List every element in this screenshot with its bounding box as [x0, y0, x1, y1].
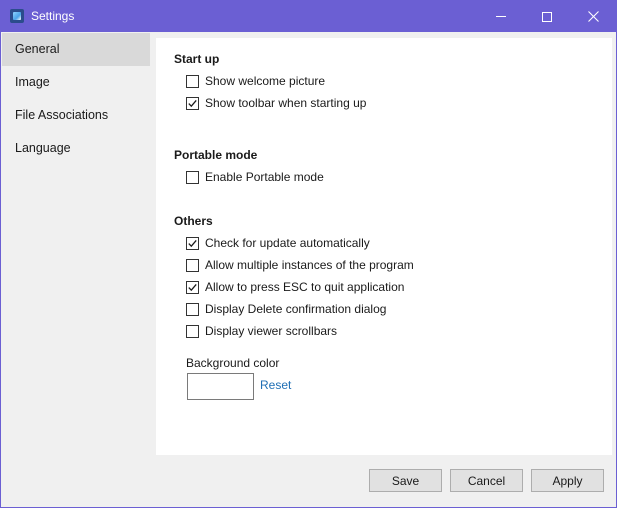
checkbox-viewer-scrollbars[interactable]	[186, 324, 199, 338]
sidebar-item-file-associations[interactable]: File Associations	[2, 99, 150, 132]
checkbox-check-for-update[interactable]	[186, 236, 199, 250]
sidebar-item-image[interactable]: Image	[2, 66, 150, 99]
maximize-button[interactable]	[524, 1, 570, 32]
option-enable-portable-mode[interactable]: Enable Portable mode	[186, 169, 324, 185]
option-label: Show welcome picture	[205, 74, 326, 88]
general-settings-panel: Start up Show welcome picture Show toolb…	[156, 38, 612, 455]
maximize-icon	[542, 11, 552, 22]
background-color-swatch[interactable]	[187, 373, 254, 400]
checkbox-show-welcome-picture[interactable]	[186, 74, 199, 88]
sidebar-item-language[interactable]: Language	[2, 132, 150, 165]
sidebar-item-general[interactable]: General	[2, 33, 150, 66]
option-show-welcome-picture[interactable]: Show welcome picture	[186, 73, 325, 89]
title-bar[interactable]: Settings	[1, 1, 616, 32]
checkmark-icon	[188, 239, 197, 247]
option-label: Check for update automatically	[205, 236, 370, 250]
minimize-button[interactable]	[478, 1, 524, 32]
app-icon	[10, 9, 24, 23]
option-label: Allow multiple instances of the program	[205, 258, 414, 272]
checkmark-icon	[188, 283, 197, 291]
settings-sidebar: General Image File Associations Language	[2, 32, 150, 456]
checkmark-icon	[188, 99, 197, 107]
checkbox-delete-confirmation[interactable]	[186, 302, 199, 316]
checkbox-allow-multiple-instances[interactable]	[186, 258, 199, 272]
apply-button[interactable]: Apply	[531, 469, 604, 492]
save-button[interactable]: Save	[369, 469, 442, 492]
option-label: Allow to press ESC to quit application	[205, 280, 405, 294]
option-delete-confirmation[interactable]: Display Delete confirmation dialog	[186, 301, 386, 317]
checkbox-esc-to-quit[interactable]	[186, 280, 199, 294]
section-title-others: Others	[174, 214, 213, 228]
section-title-startup: Start up	[174, 52, 220, 66]
option-label: Enable Portable mode	[205, 170, 324, 184]
option-label: Show toolbar when starting up	[205, 96, 367, 110]
option-label: Display viewer scrollbars	[205, 324, 338, 338]
section-title-portable-mode: Portable mode	[174, 148, 258, 162]
option-viewer-scrollbars[interactable]: Display viewer scrollbars	[186, 323, 337, 339]
option-check-for-update[interactable]: Check for update automatically	[186, 235, 370, 251]
option-esc-to-quit[interactable]: Allow to press ESC to quit application	[186, 279, 404, 295]
minimize-icon	[496, 16, 506, 17]
checkbox-enable-portable-mode[interactable]	[186, 170, 199, 184]
settings-window: Settings General Image File Associations…	[0, 0, 617, 508]
close-icon	[587, 11, 599, 22]
option-allow-multiple-instances[interactable]: Allow multiple instances of the program	[186, 257, 414, 273]
cancel-button[interactable]: Cancel	[450, 469, 523, 492]
background-color-label: Background color	[186, 356, 280, 370]
option-label: Display Delete confirmation dialog	[205, 302, 387, 316]
checkbox-show-toolbar[interactable]	[186, 96, 199, 110]
option-show-toolbar[interactable]: Show toolbar when starting up	[186, 95, 366, 111]
window-title: Settings	[31, 9, 75, 23]
reset-background-link[interactable]: Reset	[260, 378, 291, 392]
close-button[interactable]	[570, 1, 616, 32]
